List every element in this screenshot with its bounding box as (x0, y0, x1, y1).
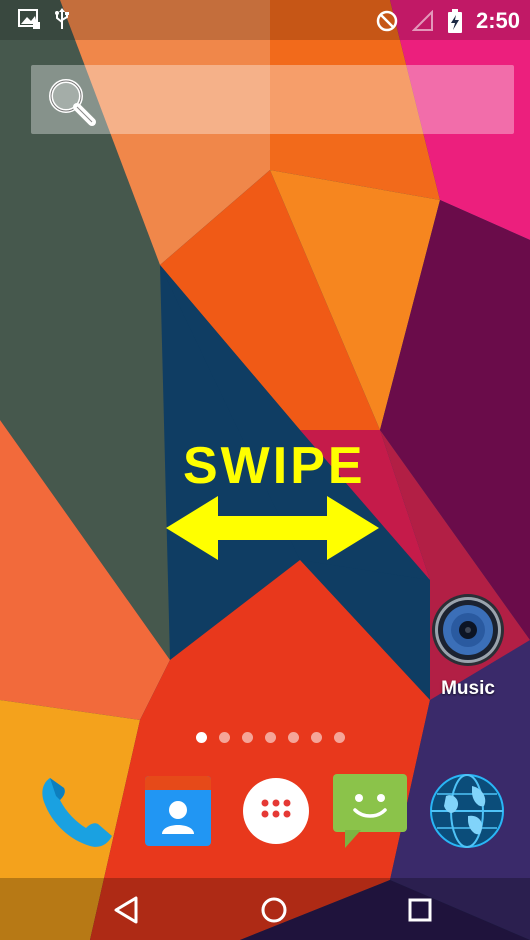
home-screen: 2:50 SWIPE Music (0, 0, 530, 940)
signal-icon (411, 10, 433, 31)
page-dot-6[interactable] (311, 732, 322, 743)
do-not-disturb-icon (376, 10, 398, 32)
status-bar: 2:50 (0, 0, 530, 40)
back-button[interactable] (110, 892, 146, 928)
app-music[interactable]: Music (427, 592, 509, 710)
page-dot-2[interactable] (219, 732, 230, 743)
page-dot-7[interactable] (334, 732, 345, 743)
search-icon[interactable] (45, 75, 97, 127)
phone-icon[interactable] (36, 772, 114, 850)
page-dot-1[interactable] (196, 732, 207, 743)
usb-icon (55, 8, 69, 29)
page-dot-4[interactable] (265, 732, 276, 743)
page-dot-5[interactable] (288, 732, 299, 743)
app-drawer-icon[interactable] (237, 772, 315, 850)
clock: 2:50 (475, 8, 520, 33)
search-bar[interactable] (31, 65, 514, 134)
battery-charging-icon (447, 9, 462, 33)
home-button[interactable] (256, 892, 292, 928)
swipe-hint-text: SWIPE (183, 437, 366, 495)
globe-icon[interactable] (428, 772, 506, 850)
messaging-icon[interactable] (331, 772, 409, 850)
navigation-bar (0, 878, 530, 940)
screenshot-icon (18, 9, 40, 29)
page-indicator (196, 732, 345, 743)
contacts-icon[interactable] (139, 772, 217, 850)
page-dot-3[interactable] (242, 732, 253, 743)
app-label: Music (441, 678, 495, 699)
recents-button[interactable] (402, 892, 438, 928)
music-speaker-icon (432, 594, 504, 666)
double-arrow-icon (166, 496, 379, 560)
